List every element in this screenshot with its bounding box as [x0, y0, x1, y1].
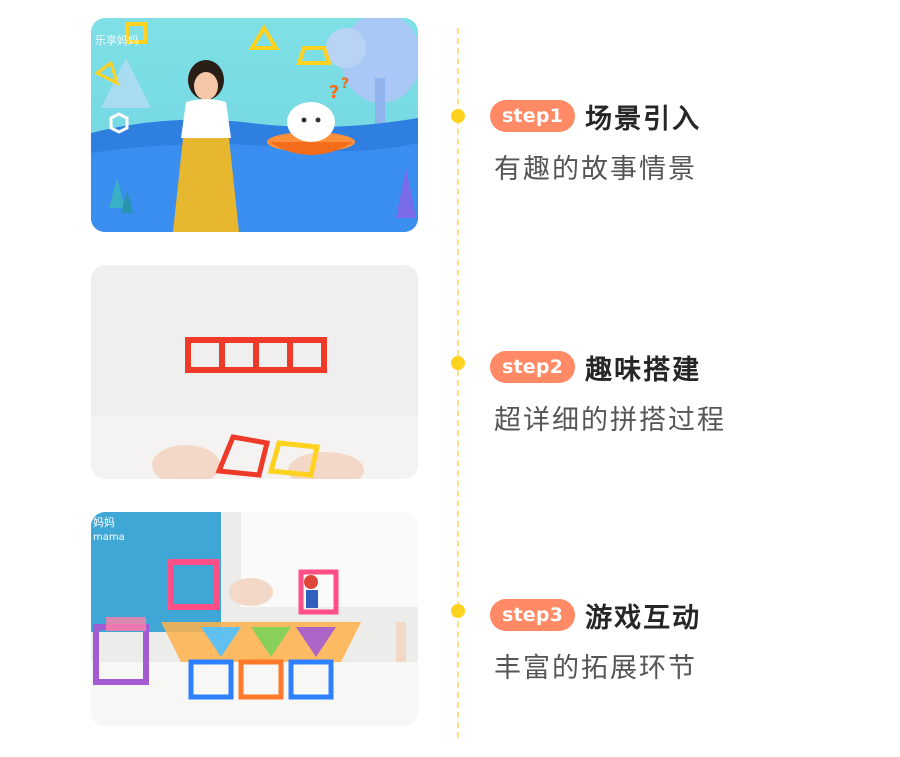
step-title: 游戏互动	[585, 602, 702, 634]
timeline-dot-1	[451, 109, 465, 123]
step2-image	[91, 265, 418, 479]
step1-block: step1 场景引入 有趣的故事情景	[490, 97, 701, 186]
step-title: 趣味搭建	[585, 354, 702, 386]
step1-image: ? ? 乐享妈妈	[91, 18, 418, 232]
step3-block: step3 游戏互动 丰富的拓展环节	[490, 596, 701, 685]
svg-text:?: ?	[341, 76, 349, 92]
timeline-dot-3	[451, 604, 465, 618]
step-description: 丰富的拓展环节	[494, 653, 697, 684]
step-description: 超详细的拼搭过程	[494, 405, 726, 436]
step3-image: 妈妈 mama	[91, 512, 418, 726]
timeline-line	[457, 28, 459, 738]
step2-block: step2 趣味搭建 超详细的拼搭过程	[490, 348, 726, 437]
watermark-top: 妈妈	[93, 515, 115, 529]
step-badge: step2	[490, 351, 576, 383]
watermark-bottom: mama	[93, 532, 125, 543]
svg-text:?: ?	[329, 82, 339, 103]
step-badge: step3	[490, 599, 576, 631]
step-description: 有趣的故事情景	[494, 154, 697, 185]
step-title: 场景引入	[585, 103, 702, 135]
watermark: 乐享妈妈	[95, 33, 139, 47]
step-badge: step1	[490, 100, 576, 132]
timeline-dot-2	[451, 356, 465, 370]
